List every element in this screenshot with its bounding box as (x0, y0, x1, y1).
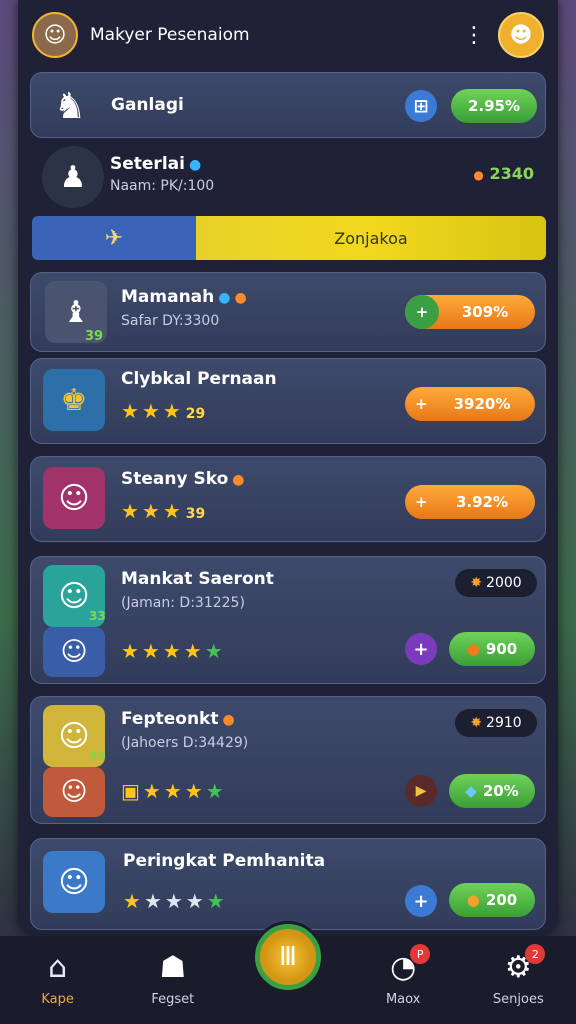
verified-icon: ● (188, 157, 202, 173)
list-item-value: ● 900 (449, 632, 535, 666)
list-item-sub: Safar DY:3300 (121, 313, 220, 329)
top-card-title: Ganlagi (111, 95, 184, 115)
list-item-percent: + 309% (405, 295, 535, 329)
list-item-1[interactable]: ♝ Mamanah ● ● Safar DY:3300 39 + 309% (30, 272, 546, 352)
user-avatar[interactable]: ☺ (32, 12, 78, 58)
list-item-5[interactable]: ☺ ☺ 33 Fepteonkt ● (Jahoers D:34429) ✸ 291… (30, 696, 546, 824)
star-rating: ★★★★★ (121, 639, 226, 663)
fruit-icon: ● (466, 640, 480, 658)
tab-label: Fegset (151, 992, 195, 1007)
player-score: ● 2340 (473, 164, 534, 183)
hero-portrait-icon: ☺ (43, 851, 105, 913)
star-rating: ★★★★★ (123, 889, 228, 913)
play-icon[interactable]: ▶ (405, 775, 437, 807)
list-item-6[interactable]: ☺ Peringkat Pemhanita ★★★★★ + ● 200 (30, 838, 546, 930)
coin-icon: ● (473, 168, 484, 182)
score-badge: ✸ 2910 (455, 709, 537, 737)
center-action-icon: Ⅲ (279, 942, 297, 972)
level-badge: 39 (85, 329, 104, 344)
center-action-button[interactable]: Ⅲ (255, 924, 321, 990)
segment-tab-active[interactable]: Zonjakoa (196, 216, 546, 260)
level-badge: 33 (89, 749, 106, 763)
list-item-percent: + 3.92% (405, 485, 535, 519)
gold-knight-icon: ♚ (43, 369, 105, 431)
top-card-percent: 2.95% (451, 89, 537, 123)
list-item-sub: (Jaman: D:31225) (121, 595, 245, 611)
tab-fegset[interactable]: ☗ Fegset (118, 950, 228, 1007)
hero-portrait-icon: ☺ (43, 767, 105, 817)
top-card[interactable]: ♞ Ganlagi ⊞ 2.95% (30, 72, 546, 138)
star-rating: ★★★ 29 (121, 399, 206, 423)
list-item-value: ● 200 (449, 883, 535, 917)
list-item-name: Fepteonkt ● (121, 709, 235, 729)
segment-label: Zonjakoa (334, 228, 408, 248)
rank-icon: ● (222, 712, 235, 728)
tab-label: Kape (41, 992, 74, 1007)
list-item-name: Peringkat Pemhanita (123, 851, 326, 871)
list-item-name: Clybkal Pernaan (121, 369, 277, 389)
player-sub: Naam: PK/:100 (110, 178, 215, 194)
segment-tab-left[interactable]: ✈ (32, 216, 196, 260)
add-icon[interactable]: + (405, 633, 437, 665)
add-icon[interactable]: + (405, 885, 437, 917)
burst-icon: ✸ (470, 715, 483, 731)
home-icon: ⌂ (48, 950, 68, 985)
player-row: ♟ Seterlai ● Naam: PK/:100 ● 2340 (30, 142, 546, 212)
gem-icon: ◆ (465, 782, 477, 800)
grid-action-icon[interactable]: ⊞ (405, 90, 437, 122)
list-item-percent: + 3920% (405, 387, 535, 421)
list-item-4[interactable]: ☺ ☺ 33 Mankat Saeront (Jaman: D:31225) ✸… (30, 556, 546, 684)
list-item-percent: ◆ 20% (449, 774, 535, 808)
add-icon[interactable]: + (415, 395, 428, 413)
knight-icon: ♞ (53, 85, 87, 127)
menu-icon[interactable]: ⋮ (462, 23, 486, 48)
profile-icon[interactable]: ☻ (498, 12, 544, 58)
gear-icon: ⚙ (504, 950, 532, 985)
star-rating: ▣★★★★ (121, 779, 227, 803)
star-rating: ★★★ 39 (121, 499, 206, 523)
burst-icon: ✸ (470, 575, 483, 591)
hero-portrait-icon: ☺ (43, 467, 105, 529)
page-title: Makyer Pesenaiom (90, 25, 250, 45)
hero-portrait-icon: ☺ (43, 627, 105, 677)
chart-icon: ◔ (390, 950, 417, 985)
add-icon[interactable]: + (405, 295, 439, 329)
list-item-sub: (Jahoers D:34429) (121, 735, 249, 751)
tab-settings[interactable]: ⚙ 2 Senjoes (463, 944, 573, 1007)
tab-label: Senjoes (492, 992, 544, 1007)
helmet-icon: ☗ (159, 950, 187, 985)
rank-icon: ● (234, 290, 247, 306)
list-item-name: Mamanah ● ● (121, 287, 247, 307)
add-icon[interactable]: + (415, 493, 428, 511)
tab-label: Maox (385, 992, 421, 1007)
player-avatar[interactable]: ♟ (42, 146, 104, 208)
list-item-2[interactable]: ♚ Clybkal Pernaan ★★★ 29 + 3920% (30, 358, 546, 444)
header-bar: ☺ Makyer Pesenaiom ⋮ ☻ (18, 0, 558, 70)
list-item-name: Steany Sko ● (121, 469, 245, 489)
tab-maox[interactable]: ◔ P Maox (348, 944, 458, 1007)
list-item-3[interactable]: ☺ Steany Sko ● ★★★ 39 + 3.92% (30, 456, 546, 542)
list-item-name: Mankat Saeront (121, 569, 274, 589)
tab-home[interactable]: ⌂ Kape (3, 950, 113, 1007)
verified-icon: ● (218, 290, 231, 306)
rank-icon: ● (232, 472, 245, 488)
player-name: Seterlai ● (110, 154, 202, 174)
coin-icon: ● (466, 891, 480, 909)
score-badge: ✸ 2000 (455, 569, 537, 597)
level-badge: 33 (89, 609, 106, 623)
